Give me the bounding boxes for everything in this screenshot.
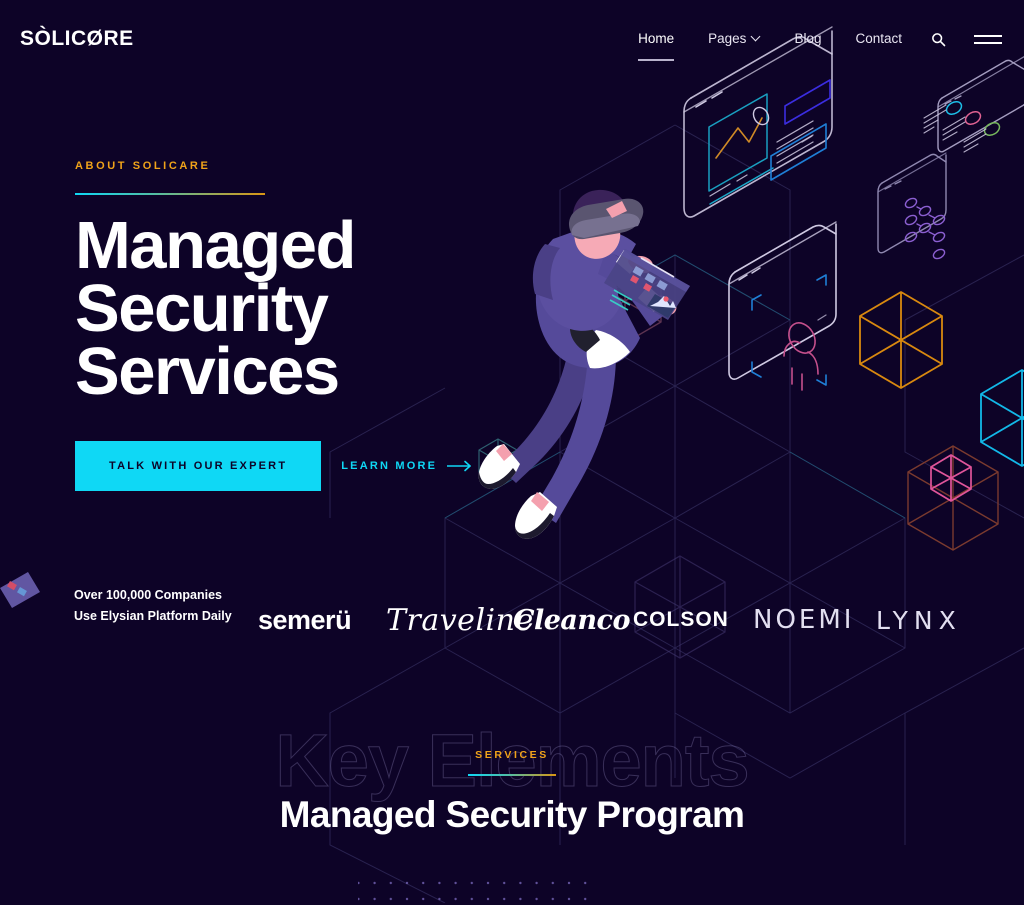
talk-with-expert-button[interactable]: Talk With Our Expert [75, 441, 322, 491]
nav-item-label: Blog [794, 31, 822, 46]
clients-strip: Over 100,000 Companies Use Elysian Platf… [0, 585, 1024, 660]
client-logo-traveline[interactable]: Traveline [386, 585, 534, 655]
client-logo-noemi[interactable]: NOEMI [753, 585, 854, 655]
learn-more-label: Learn More [341, 460, 438, 472]
hero-section: About Solicare Managed Security Services… [75, 160, 495, 491]
hero-title-line-1: Managed [75, 208, 356, 283]
brand-logo[interactable]: SÒLICØRE [20, 27, 134, 51]
client-logo-semeru[interactable]: semerü [258, 585, 352, 655]
nav-item-contact[interactable]: Contact [838, 28, 919, 50]
hero-title-line-3: Services [75, 334, 340, 409]
search-icon[interactable] [919, 32, 958, 47]
hamburger-menu-icon[interactable] [958, 30, 1006, 49]
main-navigation: Home Pages Blog Contact [621, 28, 1006, 61]
services-title: Managed Security Program [279, 794, 745, 835]
learn-more-link[interactable]: Learn More [341, 460, 473, 472]
arrow-right-icon [447, 460, 471, 472]
hero-title-line-2: Security [75, 271, 329, 346]
page-title: Managed Security Services [75, 208, 495, 409]
nav-item-label: Pages [708, 31, 747, 46]
chevron-down-icon [752, 33, 760, 41]
client-logo-cleanco[interactable]: Cleanco [513, 585, 631, 655]
client-logo-lynx[interactable]: LYNX [876, 585, 962, 655]
site-header: SÒLICØRE Home Pages Blog Contact [0, 0, 1024, 78]
client-logo-colson[interactable]: COLSON [633, 585, 729, 655]
nav-item-pages[interactable]: Pages [691, 28, 777, 50]
nav-item-label: Home [638, 31, 675, 46]
services-label: Services [475, 749, 549, 761]
hero-eyebrow: About Solicare [75, 160, 211, 172]
services-section: Key Elements Services Managed Security P… [0, 700, 1024, 903]
clients-note: Over 100,000 Companies Use Elysian Platf… [74, 585, 232, 627]
vr-person-illustration [478, 189, 690, 539]
hero-eyebrow-rule [75, 193, 265, 195]
clients-note-line-1: Over 100,000 Companies [74, 588, 222, 602]
hero-actions: Talk With Our Expert Learn More [75, 441, 495, 491]
client-logo-row: semerü Traveline Cleanco COLSON NOEMI LY… [258, 585, 1018, 655]
services-rule [468, 774, 556, 776]
nav-item-label: Contact [855, 31, 902, 46]
nav-item-blog[interactable]: Blog [777, 28, 838, 50]
dot-grid-decoration [358, 869, 596, 901]
clients-note-line-2: Use Elysian Platform Daily [74, 609, 232, 623]
nav-item-home[interactable]: Home [621, 28, 691, 61]
